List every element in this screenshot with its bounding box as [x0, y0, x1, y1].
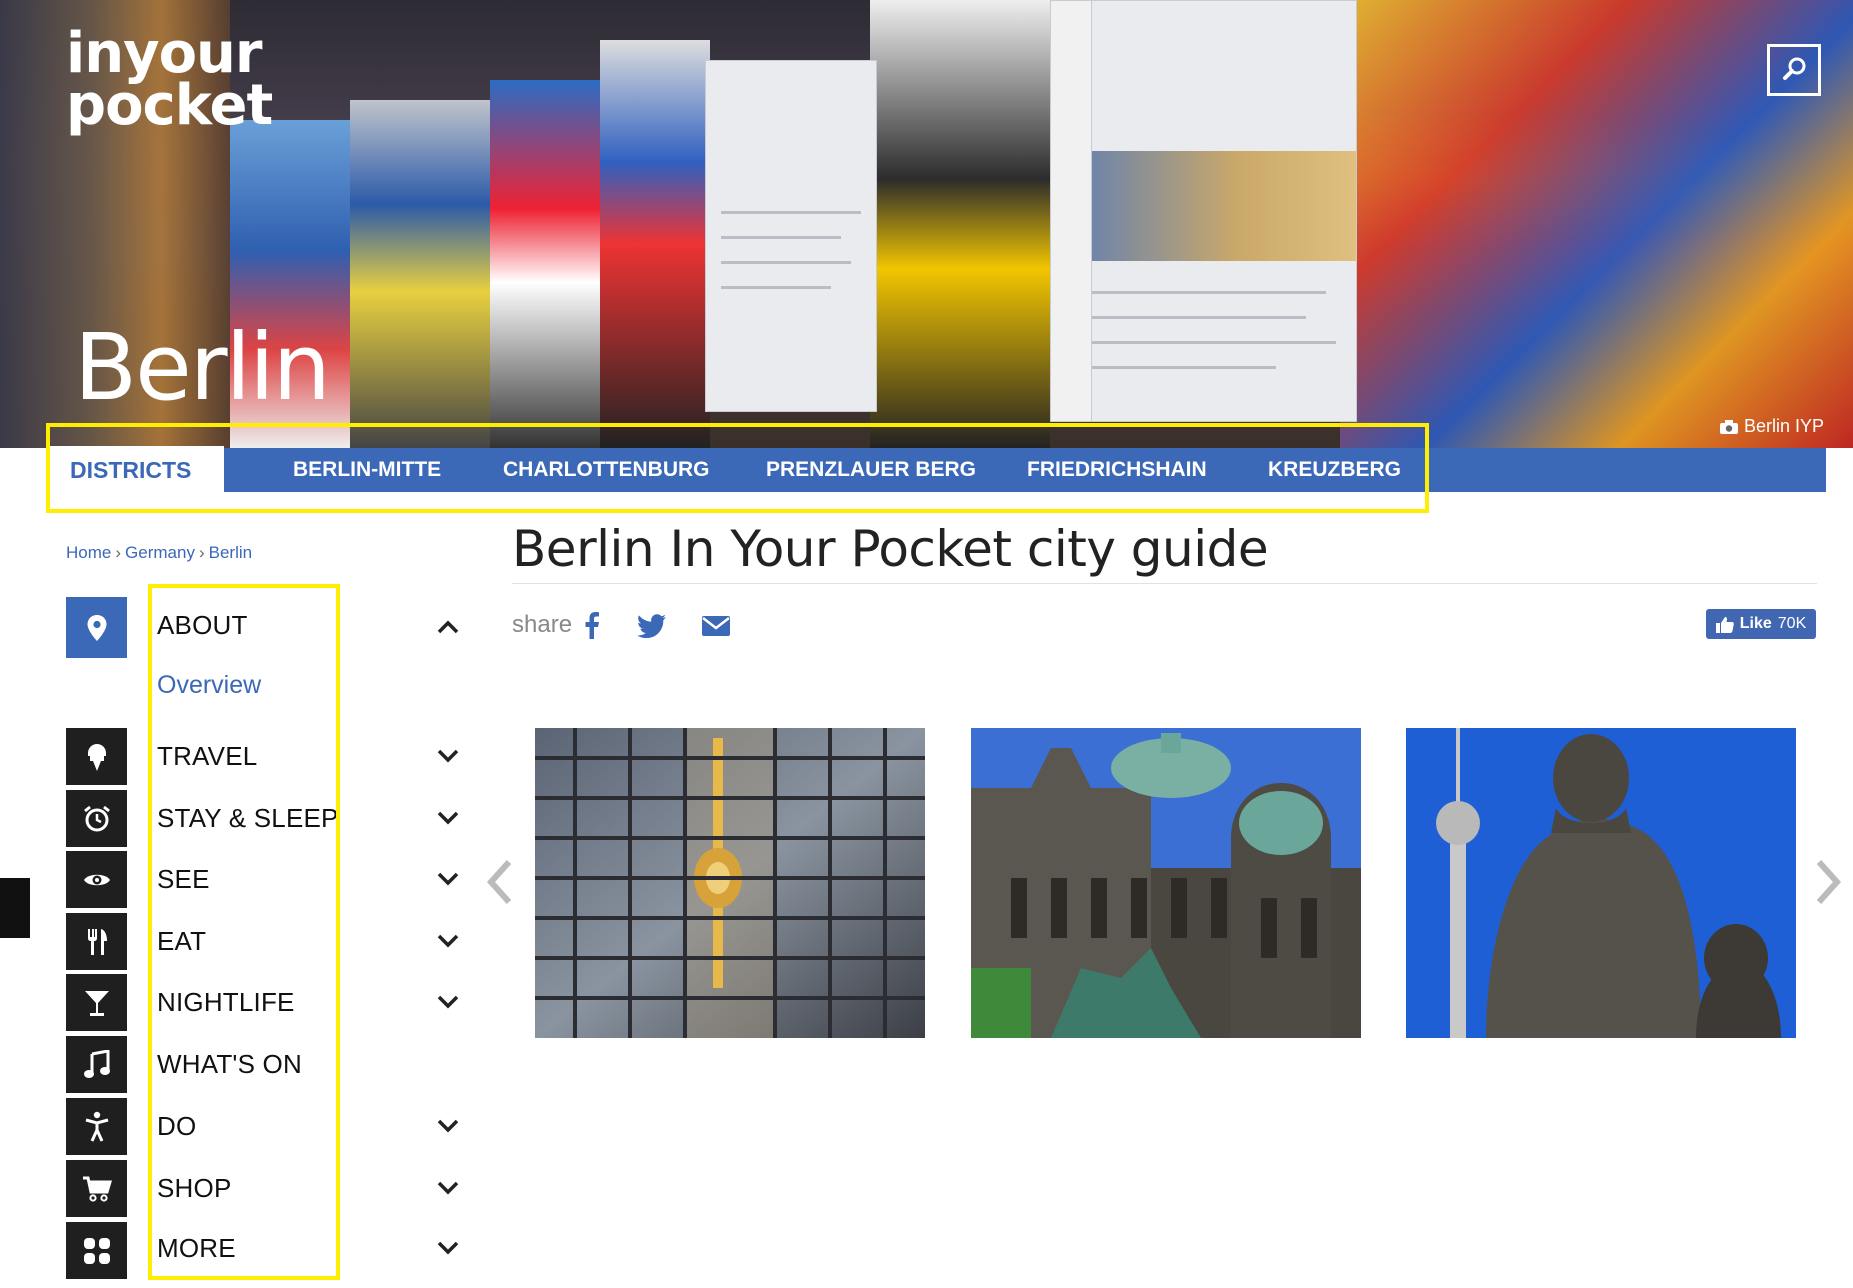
sidebar-item-shop[interactable]: SHOP	[157, 1173, 231, 1204]
tv-tower-reflection-photo[interactable]	[535, 728, 925, 1038]
photo-credit: Berlin IYP	[1719, 416, 1824, 437]
site-logo[interactable]: inyour pocket	[66, 26, 273, 138]
city-title: Berlin	[74, 314, 331, 421]
map-pin-icon	[87, 614, 106, 641]
page-edge-fragment	[0, 878, 30, 938]
sidebar-item-about[interactable]: ABOUT	[157, 610, 248, 641]
grid-icon	[83, 1237, 110, 1264]
chevron-down-icon[interactable]	[436, 810, 460, 826]
alarm-clock-icon	[83, 805, 110, 831]
chevron-down-icon[interactable]	[436, 994, 460, 1010]
sidebar-icon-travel[interactable]	[66, 728, 127, 785]
search-icon	[1783, 57, 1806, 80]
search-button[interactable]	[1767, 44, 1821, 96]
sidebar-item-whats-on[interactable]: WHAT'S ON	[157, 1049, 302, 1080]
sidebar-item-travel[interactable]: TRAVEL	[157, 741, 257, 772]
marx-engels-statue-image	[1406, 728, 1796, 1038]
photo-credit-text: Berlin IYP	[1743, 416, 1824, 436]
districts-label[interactable]: DISTRICTS	[46, 446, 224, 494]
breadcrumb-home[interactable]: Home	[66, 543, 111, 562]
berliner-dom-image	[971, 728, 1361, 1038]
like-count: 70K	[1777, 615, 1807, 632]
chevron-right-icon[interactable]	[1815, 858, 1843, 906]
district-link-friedrichshain[interactable]: FRIEDRICHSHAIN	[1027, 448, 1207, 492]
chevron-down-icon[interactable]	[436, 871, 460, 887]
music-note-icon	[83, 1049, 110, 1078]
district-link-prenzlauer-berg[interactable]: PRENZLAUER BERG	[766, 448, 976, 492]
ice-cream-icon	[87, 743, 106, 771]
tv-tower-reflection-image	[535, 728, 925, 1038]
district-link-charlottenburg[interactable]: CHARLOTTENBURG	[503, 448, 709, 492]
sidebar-icon-see[interactable]	[66, 851, 127, 908]
sidebar-item-do[interactable]: DO	[157, 1111, 196, 1142]
thumbs-up-icon	[1715, 616, 1734, 633]
cocktail-icon	[84, 990, 109, 1016]
chevron-up-icon[interactable]	[436, 619, 460, 635]
sidebar-item-more[interactable]: MORE	[157, 1233, 236, 1264]
sidebar-icon-shop[interactable]	[66, 1160, 127, 1217]
marx-engels-statue-photo[interactable]	[1406, 728, 1796, 1038]
like-label: Like	[1739, 615, 1772, 632]
sidebar-item-see[interactable]: SEE	[157, 864, 210, 895]
eye-icon	[83, 874, 110, 885]
shopping-cart-icon	[82, 1176, 112, 1202]
hero-banner: inyour pocket Berlin Berlin IYP	[0, 0, 1853, 448]
breadcrumb-germany[interactable]: Germany	[125, 543, 195, 562]
camera-icon	[1719, 419, 1738, 434]
sidebar-icon-whats-on[interactable]	[66, 1036, 127, 1093]
sidebar-icon-about[interactable]	[66, 597, 127, 658]
district-link-berlin-mitte[interactable]: BERLIN-MITTE	[293, 448, 441, 492]
logo-line2: pocket	[66, 73, 273, 138]
sidebar-item-nightlife[interactable]: NIGHTLIFE	[157, 987, 295, 1018]
chevron-down-icon[interactable]	[436, 748, 460, 764]
sidebar-icon-stay-sleep[interactable]	[66, 790, 127, 847]
facebook-icon[interactable]	[583, 612, 599, 640]
chevron-left-icon[interactable]	[485, 858, 513, 906]
activity-person-icon	[85, 1111, 108, 1142]
chevron-down-icon[interactable]	[436, 1240, 460, 1256]
chevron-down-icon[interactable]	[436, 933, 460, 949]
sidebar-item-stay-sleep[interactable]: STAY & SLEEP	[157, 803, 339, 834]
email-icon[interactable]	[702, 616, 730, 636]
berliner-dom-photo[interactable]	[971, 728, 1361, 1038]
breadcrumb: Home › Germany › Berlin	[66, 543, 253, 562]
page-title: Berlin In Your Pocket city guide	[512, 520, 1269, 578]
facebook-like-button[interactable]: Like 70K	[1706, 609, 1816, 639]
cutlery-icon	[87, 928, 107, 955]
sidebar-icon-do[interactable]	[66, 1098, 127, 1155]
title-divider	[512, 583, 1817, 584]
sidebar-icon-eat[interactable]	[66, 913, 127, 970]
sidebar-icon-nightlife[interactable]	[66, 974, 127, 1031]
sidebar-subitem-overview[interactable]: Overview	[157, 671, 261, 700]
chevron-down-icon[interactable]	[436, 1180, 460, 1196]
district-link-kreuzberg[interactable]: KREUZBERG	[1268, 448, 1401, 492]
share-label: share	[512, 611, 573, 638]
chevron-down-icon[interactable]	[436, 1118, 460, 1134]
sidebar-icon-more[interactable]	[66, 1222, 127, 1279]
sidebar-item-eat[interactable]: EAT	[157, 926, 206, 957]
twitter-icon[interactable]	[637, 614, 667, 638]
breadcrumb-berlin[interactable]: Berlin	[209, 543, 252, 562]
